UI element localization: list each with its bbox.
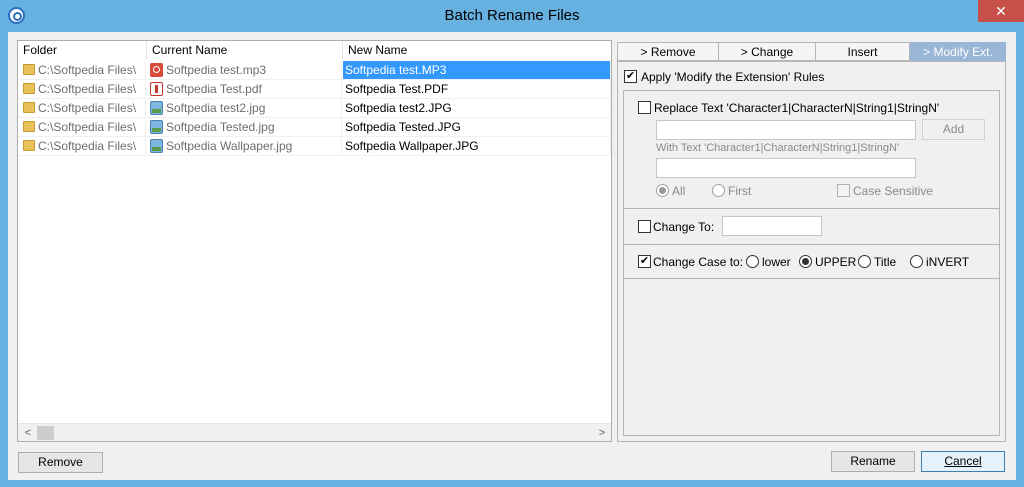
replace-text-label: Replace Text 'Character1|CharacterN|Stri… — [654, 101, 940, 115]
image-file-icon — [150, 101, 163, 115]
divider — [624, 208, 999, 209]
folder-cell: C:\Softpedia Files\ — [38, 82, 137, 96]
replace-text-input[interactable] — [656, 120, 916, 140]
current-name-cell: Softpedia Test.pdf — [166, 82, 262, 96]
rules-group: Replace Text 'Character1|CharacterN|Stri… — [623, 90, 1000, 436]
table-row[interactable]: C:\Softpedia Files\ Softpedia test.mp3 S… — [18, 61, 611, 80]
scroll-thumb[interactable] — [37, 426, 54, 440]
case-title-radio[interactable] — [858, 255, 871, 268]
divider — [624, 278, 999, 279]
folder-cell: C:\Softpedia Files\ — [38, 63, 137, 77]
folder-icon — [23, 140, 35, 151]
modify-ext-panel: ✔ Apply 'Modify the Extension' Rules Rep… — [617, 61, 1006, 442]
tab-modify-ext[interactable]: > Modify Ext. — [910, 42, 1006, 61]
column-header-current-name[interactable]: Current Name — [147, 41, 343, 60]
window-title: Batch Rename Files — [444, 7, 580, 24]
scroll-left-icon[interactable]: < — [21, 425, 35, 441]
close-button[interactable]: ✕ — [978, 0, 1024, 22]
with-text-input[interactable] — [656, 158, 916, 178]
case-upper-radio[interactable] — [799, 255, 812, 268]
batch-rename-window: Batch Rename Files ✕ Folder Current Name… — [0, 0, 1024, 487]
list-header: Folder Current Name New Name — [18, 41, 611, 60]
all-label: All — [672, 184, 686, 198]
new-name-cell[interactable]: Softpedia test.MP3 — [343, 61, 611, 80]
folder-cell: C:\Softpedia Files\ — [38, 139, 137, 153]
case-lower-label: lower — [762, 255, 791, 269]
image-file-icon — [150, 139, 163, 153]
column-header-folder[interactable]: Folder — [18, 41, 147, 60]
dialog-body: Folder Current Name New Name C:\Softpedi… — [8, 32, 1016, 480]
add-button[interactable]: Add — [922, 119, 985, 140]
folder-icon — [23, 64, 35, 75]
case-invert-label: iNVERT — [926, 255, 970, 269]
folder-cell: C:\Softpedia Files\ — [38, 101, 137, 115]
new-name-cell[interactable]: Softpedia Test.PDF — [343, 80, 611, 99]
case-invert-radio[interactable] — [910, 255, 923, 268]
folder-cell: C:\Softpedia Files\ — [38, 120, 137, 134]
case-upper-label: UPPER — [815, 255, 857, 269]
change-to-label: Change To: — [653, 220, 715, 234]
current-name-cell: Softpedia Wallpaper.jpg — [166, 139, 293, 153]
table-row[interactable]: C:\Softpedia Files\ Softpedia Test.pdf S… — [18, 80, 611, 99]
case-sensitive-label: Case Sensitive — [853, 184, 934, 198]
column-header-new-name[interactable]: New Name — [343, 41, 611, 60]
change-case-checkbox[interactable]: ✔ — [638, 255, 651, 268]
first-radio[interactable] — [712, 184, 725, 197]
current-name-cell: Softpedia test.mp3 — [166, 63, 267, 77]
apply-rules-checkbox[interactable]: ✔ — [624, 70, 637, 83]
current-name-cell: Softpedia Tested.jpg — [166, 120, 275, 134]
rule-tabs: > Remove > Change Insert > Modify Ext. — [617, 42, 1006, 61]
table-row[interactable]: C:\Softpedia Files\ Softpedia Tested.jpg… — [18, 118, 611, 137]
horizontal-scrollbar[interactable]: < > — [18, 423, 611, 441]
title-bar: Batch Rename Files ✕ — [0, 0, 1024, 32]
new-name-cell[interactable]: Softpedia test2.JPG — [343, 99, 611, 118]
cancel-button[interactable]: Cancel — [921, 451, 1005, 472]
all-radio[interactable] — [656, 184, 669, 197]
pdf-file-icon — [150, 82, 163, 96]
folder-icon — [23, 121, 35, 132]
current-name-cell: Softpedia test2.jpg — [166, 101, 266, 115]
folder-icon — [23, 102, 35, 113]
case-title-label: Title — [874, 255, 897, 269]
divider — [624, 244, 999, 245]
scroll-right-icon[interactable]: > — [595, 425, 609, 441]
first-label: First — [728, 184, 752, 198]
change-to-checkbox[interactable] — [638, 220, 651, 233]
tab-insert[interactable]: Insert — [815, 42, 910, 61]
replace-text-checkbox[interactable] — [638, 101, 651, 114]
tab-change[interactable]: > Change — [718, 42, 816, 61]
apply-rules-label: Apply 'Modify the Extension' Rules — [641, 70, 825, 84]
case-lower-radio[interactable] — [746, 255, 759, 268]
mp3-file-icon — [150, 63, 163, 77]
new-name-cell[interactable]: Softpedia Tested.JPG — [343, 118, 611, 137]
image-file-icon — [150, 120, 163, 134]
file-list[interactable]: Folder Current Name New Name C:\Softpedi… — [17, 40, 612, 442]
rename-button[interactable]: Rename — [831, 451, 915, 472]
with-text-label: With Text 'Character1|CharacterN|String1… — [656, 142, 900, 154]
case-sensitive-checkbox[interactable] — [837, 184, 850, 197]
change-case-label: Change Case to: — [653, 255, 744, 269]
folder-icon — [23, 83, 35, 94]
table-row[interactable]: C:\Softpedia Files\ Softpedia test2.jpg … — [18, 99, 611, 118]
table-row[interactable]: C:\Softpedia Files\ Softpedia Wallpaper.… — [18, 137, 611, 156]
change-to-input[interactable] — [722, 216, 822, 236]
new-name-cell[interactable]: Softpedia Wallpaper.JPG — [343, 137, 611, 156]
tab-remove[interactable]: > Remove — [617, 42, 719, 61]
remove-button[interactable]: Remove — [18, 452, 103, 473]
